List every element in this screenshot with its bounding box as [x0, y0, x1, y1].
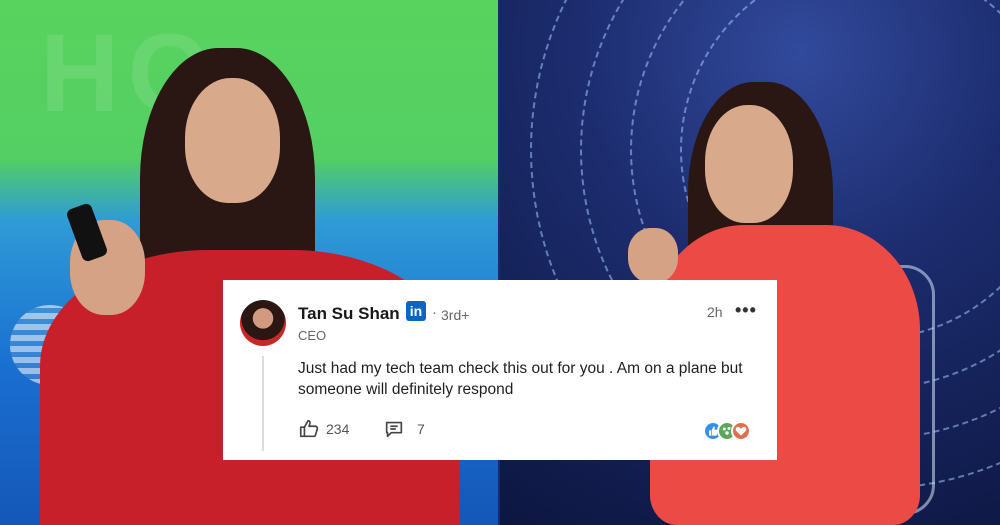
timestamp: 2h [707, 304, 723, 320]
reply-button[interactable]: 7 [383, 418, 425, 440]
author-name[interactable]: Tan Su Shan [298, 304, 400, 324]
speaker-face [185, 78, 280, 203]
likes-count: 234 [326, 421, 350, 437]
speaker-face [705, 105, 793, 223]
replies-count: 7 [417, 421, 425, 437]
like-button[interactable]: 234 [298, 418, 349, 440]
comment-text: Just had my tech team check this out for… [298, 360, 743, 398]
avatar[interactable] [240, 300, 286, 346]
comment-bubble-icon [383, 418, 405, 440]
ellipsis-icon[interactable]: ••• [735, 300, 757, 321]
author-headline: CEO [298, 328, 327, 343]
linkedin-logo-icon: in [406, 301, 426, 321]
speaker-hand [628, 228, 678, 283]
linkedin-comment-card: Tan Su Shan in · 3rd+ CEO 2h ••• Just ha… [223, 280, 777, 460]
reactions-summary[interactable] [703, 421, 761, 441]
thread-line [262, 356, 264, 451]
thumbs-up-icon [298, 418, 320, 440]
separator-dot: · [432, 304, 437, 321]
connection-degree: 3rd+ [441, 307, 470, 323]
love-reaction-icon [731, 421, 751, 441]
